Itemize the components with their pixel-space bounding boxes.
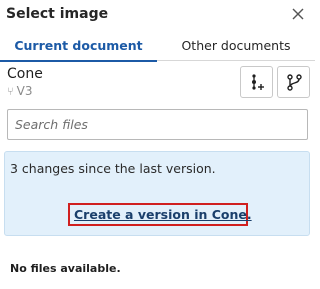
empty-state-message: No files available.: [10, 262, 121, 275]
highlight-frame: Create a version in Cone.: [68, 203, 252, 226]
add-version-button[interactable]: [240, 66, 273, 98]
create-version-link[interactable]: Create a version in Cone.: [74, 207, 252, 222]
branch-icon: [287, 74, 302, 91]
changes-message: 3 changes since the last version.: [10, 161, 216, 176]
version-label: V3: [16, 84, 33, 98]
changes-info-box: 3 changes since the last version. Create…: [4, 151, 310, 236]
version-branch-icon: ⑂: [7, 85, 14, 98]
select-image-dialog: Select image Current document Other docu…: [0, 0, 315, 289]
tab-other-documents[interactable]: Other documents: [157, 32, 315, 61]
tab-current-document[interactable]: Current document: [0, 32, 157, 62]
dialog-title: Select image: [6, 6, 109, 22]
document-name: Cone: [7, 66, 43, 82]
tab-bar: Current document Other documents: [0, 32, 315, 62]
branch-button[interactable]: [277, 66, 310, 98]
document-version: ⑂ V3: [7, 84, 32, 98]
add-version-icon: [252, 74, 264, 90]
close-icon[interactable]: [289, 5, 307, 23]
dialog-header: Select image: [0, 0, 315, 31]
search-files-input[interactable]: [7, 109, 308, 140]
